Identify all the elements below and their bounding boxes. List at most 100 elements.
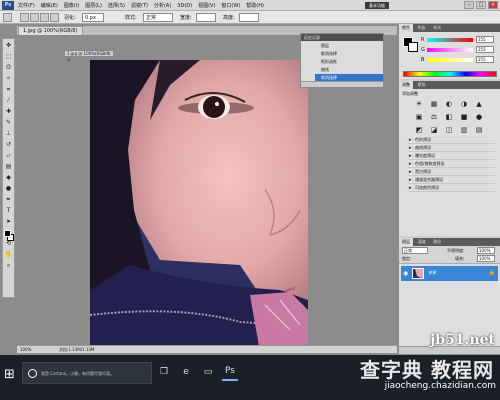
preset-item[interactable]: 曝光度预设 (407, 152, 495, 160)
invert-icon[interactable]: ◩ (413, 125, 425, 135)
fill-input[interactable]: 100% (477, 255, 495, 262)
color-spectrum-bar[interactable] (403, 71, 497, 77)
red-value[interactable]: 255 (476, 36, 494, 43)
preset-item[interactable]: 可选颜色预设 (407, 184, 495, 192)
add-selection-icon[interactable] (30, 13, 39, 22)
visibility-eye-icon[interactable]: ◉ (403, 270, 410, 277)
opacity-input[interactable]: 100% (477, 247, 495, 254)
history-item[interactable]: 曲线 (315, 66, 383, 73)
maximize-button[interactable]: □ (476, 1, 486, 9)
preset-item[interactable]: 通道混合器预设 (407, 176, 495, 184)
black-white-icon[interactable]: ◧ (443, 112, 455, 122)
threshold-icon[interactable]: ◫ (443, 125, 455, 135)
menu-window[interactable]: 窗口(W) (221, 2, 240, 9)
menu-filter[interactable]: 滤镜(T) (131, 2, 148, 9)
tab-styles[interactable]: 样式 (430, 24, 444, 32)
dodge-tool-icon[interactable]: ● (4, 184, 13, 193)
menu-image[interactable]: 图像(I) (64, 2, 79, 9)
magic-wand-icon[interactable]: ✧ (4, 74, 13, 83)
menu-file[interactable]: 文件(F) (18, 2, 35, 9)
photoshop-taskbar-icon[interactable]: Ps (222, 363, 238, 381)
preset-item[interactable]: 黑白预设 (407, 168, 495, 176)
eyedropper-icon[interactable]: ⁄ (4, 96, 13, 105)
photo-canvas[interactable] (90, 60, 308, 352)
history-brush-icon[interactable]: ↺ (4, 140, 13, 149)
levels-icon[interactable]: ▦ (428, 99, 440, 109)
blur-tool-icon[interactable]: ◆ (4, 173, 13, 182)
type-tool-icon[interactable]: T (4, 206, 13, 215)
document-tab[interactable]: 1.jpg @ 100%(RGB/8) (18, 26, 83, 35)
tab-channels[interactable]: 通道 (415, 238, 429, 246)
menu-edit[interactable]: 编辑(E) (41, 2, 58, 9)
history-panel-title[interactable]: 历史记录 (301, 34, 383, 41)
style-select[interactable]: 正常 (143, 13, 173, 22)
edge-browser-icon[interactable]: e (178, 363, 194, 381)
hue-saturation-icon[interactable]: ▣ (413, 112, 425, 122)
blue-slider[interactable] (427, 58, 473, 62)
curves-icon[interactable]: ◐ (443, 99, 455, 109)
gradient-tool-icon[interactable]: ▤ (4, 162, 13, 171)
workspace-button[interactable]: 基本功能 (365, 2, 389, 9)
minimize-button[interactable]: – (464, 1, 474, 9)
feather-input[interactable]: 0 px (82, 13, 104, 22)
marquee-tool-icon[interactable]: ⬚ (4, 52, 13, 61)
close-button[interactable]: × (488, 1, 498, 9)
foreground-color-swatch[interactable] (4, 230, 11, 237)
photo-filter-icon[interactable]: ■ (458, 112, 470, 122)
eraser-icon[interactable]: ▱ (4, 151, 13, 160)
move-tool-icon[interactable]: ✥ (4, 41, 13, 50)
red-slider[interactable] (427, 38, 473, 42)
green-slider[interactable] (427, 48, 473, 52)
clone-stamp-icon[interactable]: ⊥ (4, 129, 13, 138)
preset-item[interactable]: 色相/饱和度预设 (407, 160, 495, 168)
windows-start-icon[interactable]: ⊞ (4, 367, 15, 382)
cortana-search-box[interactable]: 我是 Cortana，小娜。有问题尽管问我。 (22, 362, 152, 384)
tab-paths[interactable]: 路径 (430, 238, 444, 246)
marquee-tool-preset-icon[interactable] (3, 13, 12, 22)
menu-layer[interactable]: 图层(L) (85, 2, 102, 9)
tab-adjustments[interactable]: 调整 (399, 81, 413, 89)
new-selection-icon[interactable] (20, 13, 29, 22)
vibrance-icon[interactable]: ▲ (473, 99, 485, 109)
hand-tool-icon[interactable]: ✋ (4, 250, 13, 259)
blend-mode-select[interactable]: 正常 (402, 247, 428, 254)
brush-tool-icon[interactable]: ✎ (4, 118, 13, 127)
file-explorer-icon[interactable]: ▭ (200, 363, 216, 381)
preset-item[interactable]: 色阶预设 (407, 136, 495, 144)
pen-tool-icon[interactable]: ✒ (4, 195, 13, 204)
history-item[interactable]: 矩形选框 (315, 58, 383, 65)
preset-item[interactable]: 曲线预设 (407, 144, 495, 152)
layer-row-background[interactable]: ◉ 背景 🔒 (401, 266, 498, 281)
zoom-level[interactable]: 100% (20, 346, 31, 353)
posterize-icon[interactable]: ◪ (428, 125, 440, 135)
tab-color[interactable]: 颜色 (399, 24, 413, 32)
blue-value[interactable]: 255 (476, 56, 494, 63)
layer-name[interactable]: 背景 (428, 270, 436, 276)
gradient-map-icon[interactable]: ▥ (458, 125, 470, 135)
tab-masks[interactable]: 蒙版 (415, 81, 429, 89)
task-view-icon[interactable]: ❐ (156, 363, 172, 381)
path-select-icon[interactable]: ➤ (4, 217, 13, 226)
floating-document-title[interactable]: 1.jpg @ 100%(RGB/8) × (64, 50, 114, 62)
tab-swatches[interactable]: 色板 (415, 24, 429, 32)
width-input[interactable] (196, 13, 216, 22)
channel-mixer-icon[interactable]: ● (473, 112, 485, 122)
menu-select[interactable]: 选择(S) (108, 2, 125, 9)
color-bg-swatch[interactable] (408, 42, 418, 52)
height-input[interactable] (239, 13, 259, 22)
color-balance-icon[interactable]: ⚖ (428, 112, 440, 122)
menu-3d[interactable]: 3D(D) (177, 3, 192, 9)
menu-view[interactable]: 视图(V) (198, 2, 215, 9)
tab-layers[interactable]: 图层 (399, 238, 413, 246)
crop-tool-icon[interactable]: ⌗ (4, 85, 13, 94)
subtract-selection-icon[interactable] (40, 13, 49, 22)
history-item[interactable]: 取消选择 (315, 50, 383, 57)
history-item[interactable]: 图层 (315, 42, 383, 49)
history-item-selected[interactable]: 取消选择 (315, 74, 383, 81)
menu-help[interactable]: 帮助(H) (246, 2, 264, 9)
green-value[interactable]: 255 (476, 46, 494, 53)
exposure-icon[interactable]: ◑ (458, 99, 470, 109)
lasso-tool-icon[interactable]: ʘ (4, 63, 13, 72)
intersect-selection-icon[interactable] (50, 13, 59, 22)
healing-brush-icon[interactable]: ✚ (4, 107, 13, 116)
